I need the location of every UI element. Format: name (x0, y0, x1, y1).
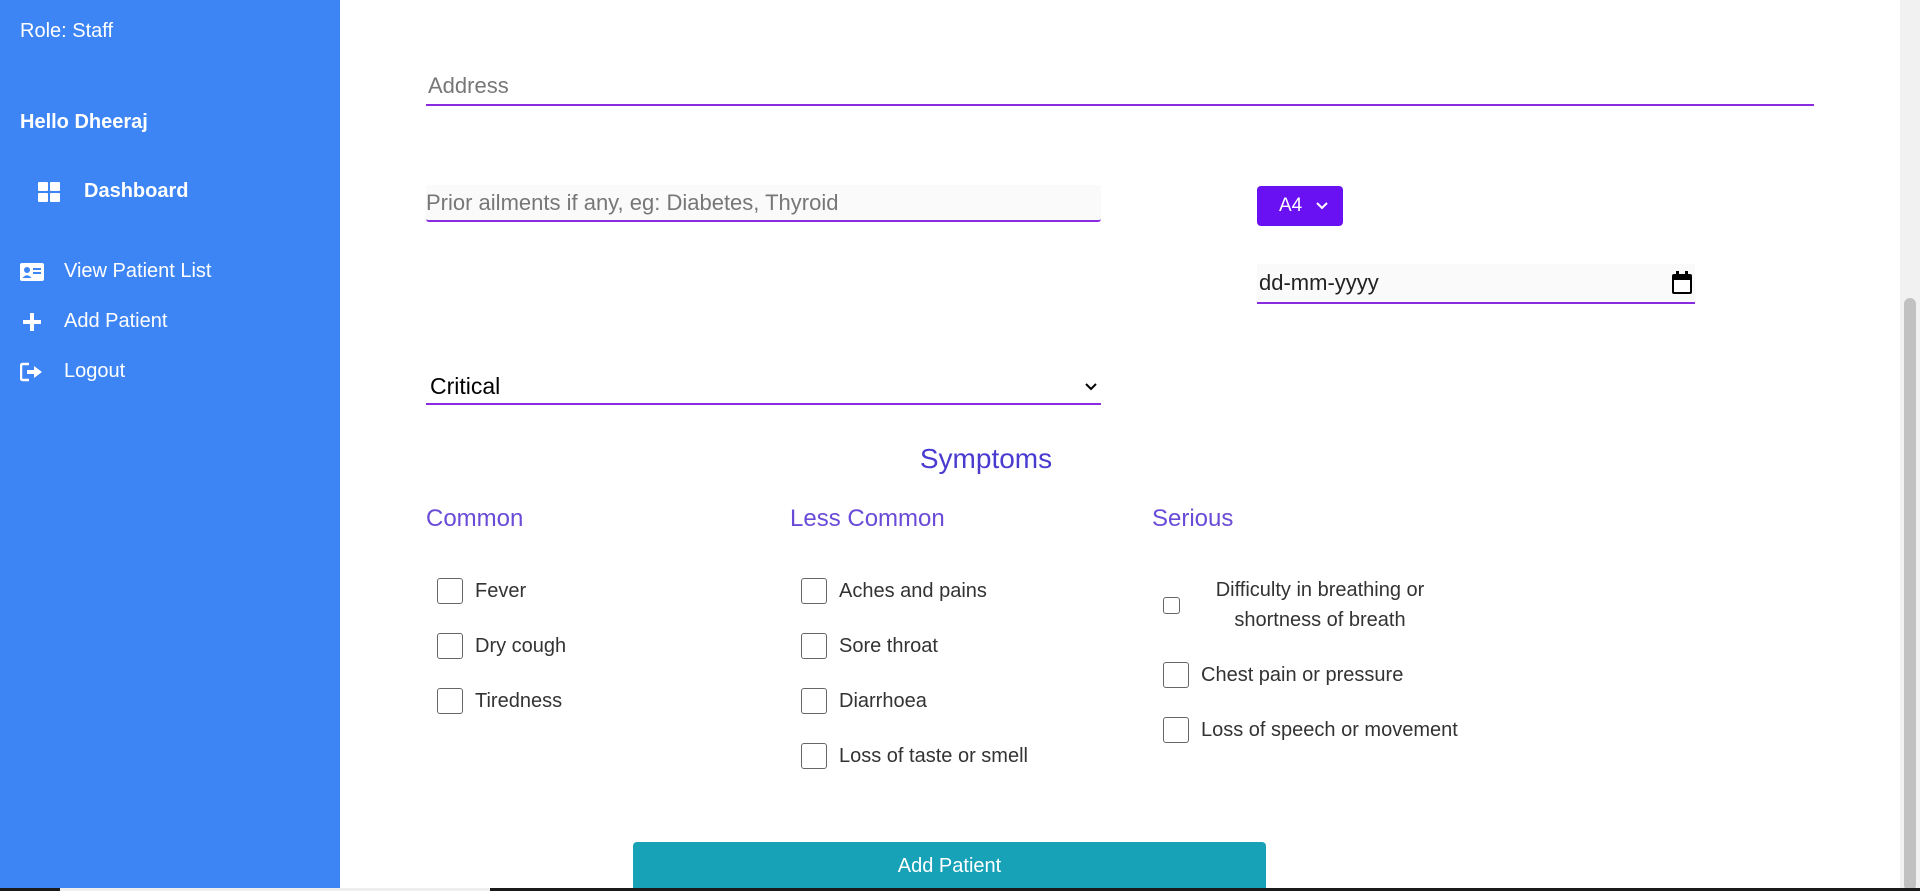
dry-cough-checkbox[interactable] (437, 633, 463, 659)
loss-of-speech-checkbox[interactable] (1163, 717, 1189, 743)
sidebar-item-label: Dashboard (84, 180, 189, 202)
blood-group-value: A4 (1279, 195, 1303, 216)
symptom-label: Loss of speech or movement (1201, 718, 1458, 741)
symptom-chest-pain[interactable]: Chest pain or pressure (1163, 662, 1403, 688)
symptom-label: Chest pain or pressure (1201, 663, 1404, 686)
role-label: Role: Staff (20, 20, 114, 42)
symptom-label: Diarrhoea (839, 689, 927, 712)
tiredness-checkbox[interactable] (437, 688, 463, 714)
symptom-fever[interactable]: Fever (437, 578, 526, 604)
serious-heading: Serious (1152, 505, 1234, 532)
blood-group-select[interactable]: A4 (1257, 186, 1343, 226)
symptom-label: Loss of taste or smell (839, 744, 1028, 767)
prior-ailments-input[interactable] (426, 185, 1101, 222)
symptom-diarrhoea[interactable]: Diarrhoea (801, 688, 927, 714)
add-patient-button[interactable]: Add Patient (633, 842, 1266, 891)
fever-checkbox[interactable] (437, 578, 463, 604)
symptom-sore-throat[interactable]: Sore throat (801, 633, 938, 659)
status-value: Critical (430, 373, 501, 399)
symptom-label: Fever (475, 579, 527, 602)
sidebar-item-add-patient[interactable]: Add Patient (20, 310, 167, 333)
symptom-label: Sore throat (839, 634, 938, 657)
plus-icon (23, 312, 41, 331)
id-card-icon (20, 262, 44, 281)
sidebar-item-label: Add Patient (64, 310, 168, 332)
symptom-label: Difficulty in breathing or shortness of … (1215, 579, 1425, 631)
symptom-tiredness[interactable]: Tiredness (437, 688, 562, 714)
chest-pain-checkbox[interactable] (1163, 662, 1189, 688)
logout-icon (20, 362, 42, 381)
dashboard-grid-icon (38, 181, 60, 202)
loss-of-taste-checkbox[interactable] (801, 743, 827, 769)
greeting: Hello Dheeraj (20, 111, 148, 133)
chevron-down-icon (1316, 202, 1328, 210)
sidebar-item-view-patient-list[interactable]: View Patient List (20, 260, 212, 283)
scrollbar[interactable] (1900, 0, 1920, 891)
aches-checkbox[interactable] (801, 578, 827, 604)
symptom-label: Aches and pains (839, 579, 987, 602)
calendar-icon[interactable] (1671, 271, 1693, 295)
common-heading: Common (426, 505, 524, 532)
symptom-aches[interactable]: Aches and pains (801, 578, 987, 604)
date-placeholder: dd-mm-yyyy (1259, 270, 1379, 295)
symptoms-heading: Symptoms (919, 443, 1053, 474)
symptom-difficulty-breathing[interactable]: Difficulty in breathing or shortness of … (1163, 575, 1440, 635)
sidebar-item-label: View Patient List (64, 260, 212, 282)
address-input[interactable] (426, 68, 1814, 106)
chevron-down-icon (1085, 382, 1097, 390)
scrollbar-thumb[interactable] (1904, 298, 1916, 891)
difficulty-breathing-checkbox[interactable] (1163, 596, 1180, 614)
main-content: A4 dd-mm-yyyy Critical Symptoms Common L… (340, 0, 1900, 891)
sore-throat-checkbox[interactable] (801, 633, 827, 659)
sidebar-item-dashboard[interactable]: Dashboard (38, 180, 188, 203)
less-common-heading: Less Common (790, 505, 945, 532)
sidebar-item-logout[interactable]: Logout (20, 360, 125, 383)
date-input[interactable]: dd-mm-yyyy (1257, 264, 1695, 304)
sidebar: Role: Staff Hello Dheeraj Dashboard View… (0, 0, 340, 891)
sidebar-item-label: Logout (64, 360, 126, 382)
status-select[interactable]: Critical (426, 370, 1101, 405)
diarrhoea-checkbox[interactable] (801, 688, 827, 714)
symptom-label: Dry cough (475, 634, 567, 657)
symptom-loss-of-speech[interactable]: Loss of speech or movement (1163, 717, 1458, 743)
symptom-dry-cough[interactable]: Dry cough (437, 633, 566, 659)
symptom-label: Tiredness (475, 689, 563, 712)
symptom-loss-of-taste[interactable]: Loss of taste or smell (801, 743, 1028, 769)
